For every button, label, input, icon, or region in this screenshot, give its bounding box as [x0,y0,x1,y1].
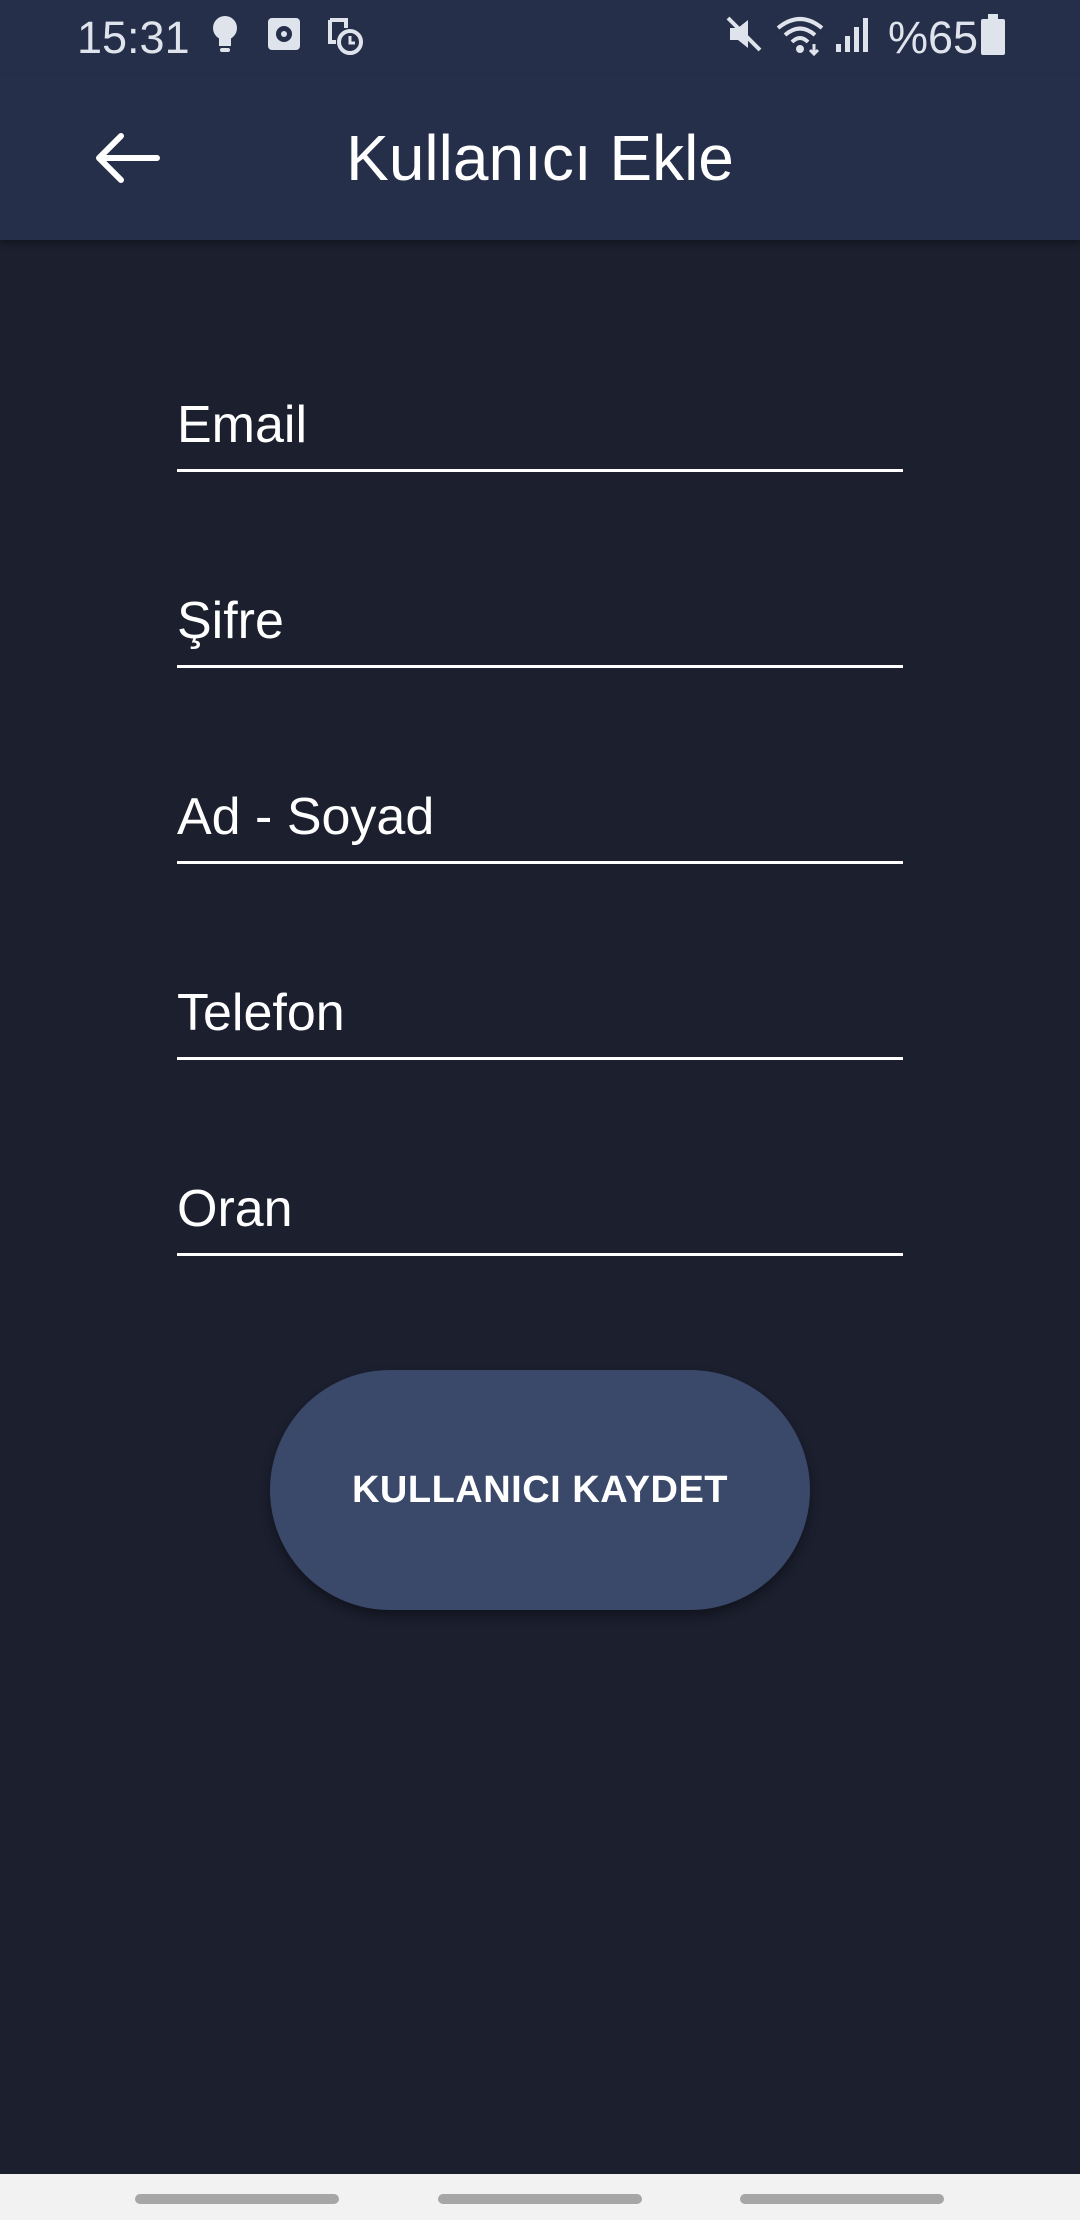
nav-recents-button[interactable] [135,2194,339,2204]
clock-sync-icon [328,18,363,55]
system-nav-bar [0,2174,1080,2220]
password-field-wrapper [177,576,903,772]
app-bar: Kullanıcı Ekle [0,76,1080,240]
password-field[interactable] [177,576,903,668]
signal-icon [836,18,868,52]
rate-field-wrapper [177,1164,903,1360]
save-user-button[interactable]: KULLANICI KAYDET [270,1370,810,1610]
rate-field[interactable] [177,1164,903,1256]
status-bar: 15:31 %65 [0,0,1080,76]
full-name-field[interactable] [177,772,903,864]
app-notification-icon [268,18,300,50]
full-name-field-wrapper [177,772,903,968]
nav-back-button[interactable] [740,2194,944,2204]
phone-field-wrapper [177,968,903,1164]
add-user-form [177,380,903,1360]
status-time: 15:31 [77,12,190,63]
page-title: Kullanıcı Ekle [346,122,734,194]
battery-percentage: %65 [888,12,979,63]
nav-home-button[interactable] [438,2194,642,2204]
battery-icon [981,14,1005,55]
email-field[interactable] [177,380,903,472]
lightbulb-icon [213,16,237,52]
mute-icon [726,16,762,52]
email-field-wrapper [177,380,903,576]
wifi-icon [776,17,824,56]
phone-field[interactable] [177,968,903,1060]
